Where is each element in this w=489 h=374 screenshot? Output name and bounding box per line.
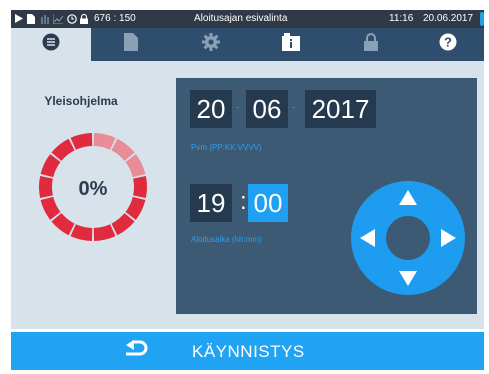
- tab-help[interactable]: ?: [411, 28, 484, 61]
- progress-ring-segment: [51, 213, 75, 236]
- progress-ring-segment: [70, 133, 93, 150]
- date-separator: ·: [236, 102, 240, 113]
- progress-ring-segment: [111, 213, 135, 236]
- progress-percentage: 0%: [78, 178, 108, 200]
- graph-icon: [53, 13, 63, 24]
- progress-ring-segment: [40, 154, 61, 178]
- year-field[interactable]: 2017: [305, 90, 376, 128]
- date-separator: ·: [292, 102, 296, 113]
- time-separator: :: [240, 188, 247, 215]
- progress-ring-segment: [93, 224, 116, 241]
- tab-bar: ?: [11, 28, 484, 61]
- progress-ring-segment: [111, 138, 135, 161]
- clock-icon: [67, 13, 77, 24]
- tab-documents[interactable]: [91, 28, 171, 61]
- time-format-hint: Aloitusaika (hh:mm): [191, 235, 262, 244]
- hours-field[interactable]: 19: [190, 184, 232, 222]
- back-button[interactable]: [121, 336, 151, 366]
- status-time: 11:16: [389, 13, 414, 24]
- menu-icon: [42, 33, 60, 56]
- progress-ring-segment: [125, 196, 146, 220]
- lock-icon: [364, 33, 378, 56]
- info-icon: [282, 33, 300, 56]
- day-field[interactable]: 20: [190, 90, 232, 128]
- svg-text:?: ?: [444, 35, 452, 50]
- cycle-counter: 676 : 150: [94, 13, 136, 24]
- tab-settings[interactable]: [171, 28, 251, 61]
- back-arrow-icon: [124, 339, 148, 364]
- steam-icon: [40, 13, 50, 24]
- progress-ring-segment: [40, 196, 61, 220]
- minutes-field[interactable]: 00: [248, 184, 288, 222]
- lock-icon: [80, 13, 88, 24]
- start-button[interactable]: KÄYNNISTYS: [192, 342, 305, 362]
- help-icon: ?: [439, 33, 457, 56]
- gear-icon: [202, 33, 220, 56]
- progress-ring-segment: [133, 175, 147, 199]
- bottom-bar: KÄYNNISTYS: [11, 332, 484, 370]
- month-field[interactable]: 06: [246, 90, 288, 128]
- tab-info[interactable]: [251, 28, 331, 61]
- play-icon: [15, 13, 23, 24]
- progress-ring-segment: [125, 154, 146, 178]
- progress-ring-segment: [70, 224, 93, 241]
- tab-lock[interactable]: [331, 28, 411, 61]
- progress-ring-segment: [39, 175, 53, 199]
- document-icon: [124, 33, 138, 56]
- status-indicator: [480, 12, 484, 26]
- progress-ring-segment: [93, 133, 116, 150]
- progress-ring-segment: [51, 138, 75, 161]
- screen-frame: 676 : 150 Aloitusajan esivalinta 11:16 2…: [0, 0, 489, 374]
- status-date: 20.06.2017: [423, 13, 474, 24]
- date-format-hint: Pvm (PP:KK:VVVV): [191, 143, 262, 152]
- direction-pad: [351, 181, 465, 295]
- status-bar: 676 : 150 Aloitusajan esivalinta 11:16 2…: [11, 10, 484, 28]
- tab-menu[interactable]: [11, 28, 91, 61]
- program-name: Yleisohjelma: [44, 94, 118, 108]
- status-title: Aloitusajan esivalinta: [194, 13, 288, 24]
- document-icon: [27, 13, 35, 24]
